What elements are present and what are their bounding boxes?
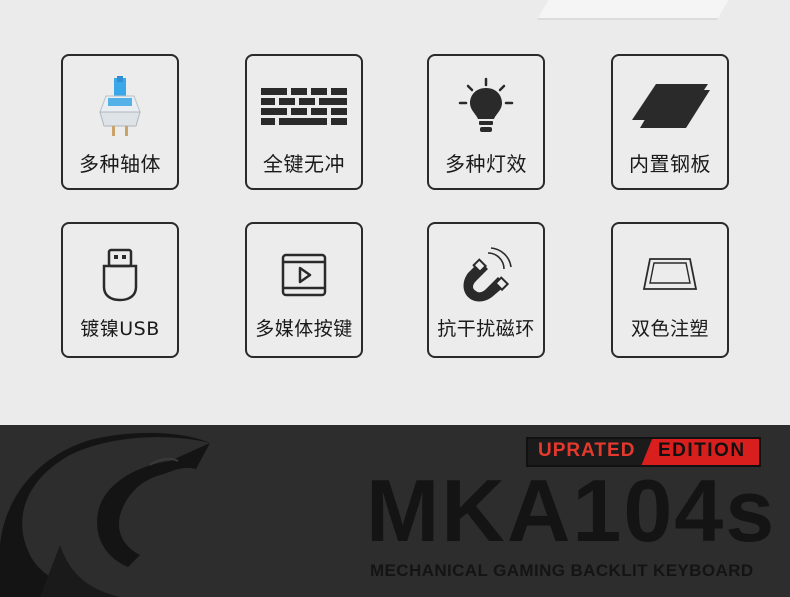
badge-uprated: UPRATED	[538, 440, 636, 461]
model-name: MKA104s	[366, 461, 777, 560]
feature-tile-double-shot: 双色注塑	[611, 222, 729, 358]
badge-edition: EDITION	[658, 440, 746, 461]
product-banner: UPRATED EDITION MKA104s MECHANICAL GAMIN…	[0, 425, 790, 597]
brick-wall-icon	[247, 74, 361, 140]
decorative-shape	[536, 0, 764, 20]
feature-label: 多媒体按键	[255, 318, 353, 340]
feature-label: 全键无冲	[263, 152, 345, 176]
feature-tile-lighting: 多种灯效	[427, 54, 545, 190]
feature-tile-switches: 多种轴体	[61, 54, 179, 190]
media-play-icon	[247, 242, 361, 308]
product-subtitle: MECHANICAL GAMING BACKLIT KEYBOARD	[370, 561, 754, 580]
feature-tile-ferrite-ring: 抗干扰磁环	[427, 222, 545, 358]
keycap-icon	[613, 242, 727, 308]
steel-plate-icon	[613, 74, 727, 140]
features-section: 多种轴体 全键无冲 多种灯效 内置钢板 镀镍USB 多媒体按键 抗干扰磁环 双色…	[0, 0, 790, 425]
key-switch-icon	[63, 74, 177, 140]
feature-label: 双色注塑	[630, 318, 709, 340]
feature-tile-media-keys: 多媒体按键	[245, 222, 363, 358]
cobra-logo-icon	[0, 432, 210, 597]
feature-tile-steel-plate: 内置钢板	[611, 54, 729, 190]
magnet-icon	[429, 242, 543, 308]
feature-tile-usb: 镀镍USB	[61, 222, 179, 358]
usb-plug-icon	[63, 242, 177, 308]
light-bulb-icon	[429, 74, 543, 140]
feature-label: 内置钢板	[629, 152, 711, 176]
feature-label: 多种灯效	[445, 152, 527, 176]
feature-label: 抗干扰磁环	[437, 318, 535, 340]
feature-tile-nkro: 全键无冲	[245, 54, 363, 190]
feature-label: 多种轴体	[79, 152, 161, 176]
feature-label: 镀镍USB	[80, 318, 160, 340]
